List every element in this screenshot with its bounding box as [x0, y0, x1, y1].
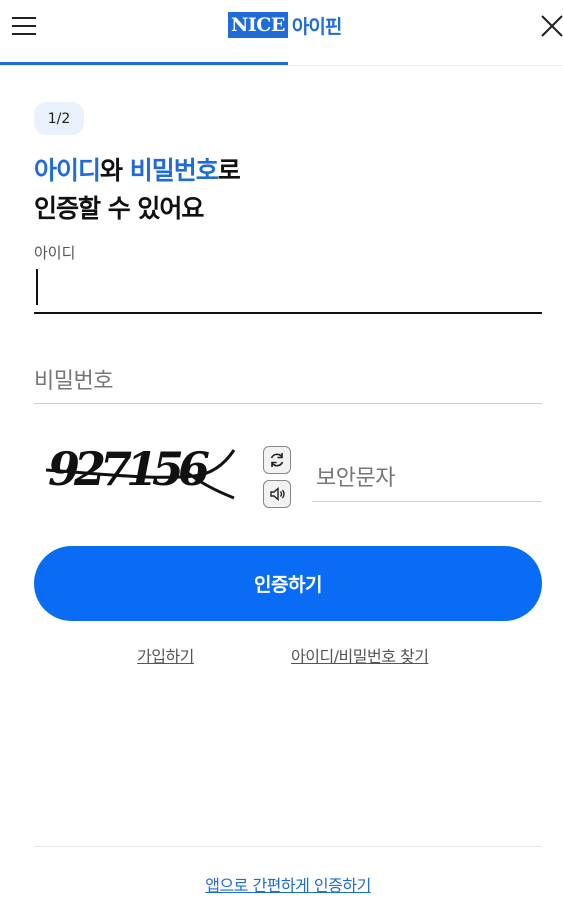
step-badge: 1/2 — [34, 102, 84, 135]
title-highlight-password: 비밀번호 — [129, 156, 219, 185]
speaker-icon[interactable] — [263, 480, 291, 508]
title-highlight-id: 아이디 — [34, 156, 101, 185]
refresh-icon[interactable] — [263, 446, 291, 474]
captcha-input[interactable]: 보안문자 — [312, 456, 542, 502]
title-text: 로 — [217, 156, 241, 185]
find-account-link[interactable]: 아이디/비밀번호 찾기 — [291, 643, 429, 667]
signup-link[interactable]: 가입하기 — [137, 643, 194, 667]
password-placeholder: 비밀번호 — [34, 369, 113, 394]
close-icon[interactable] — [540, 14, 563, 38]
step-progress-bar — [0, 62, 288, 65]
header: NICE 아이핀 — [0, 0, 563, 66]
password-input[interactable]: 비밀번호 — [34, 360, 542, 404]
title-text: 와 — [100, 156, 130, 185]
hamburger-menu-icon[interactable] — [12, 14, 36, 38]
logo-ipin: 아이핀 — [291, 15, 342, 38]
logo-nice: NICE — [228, 12, 288, 38]
id-input[interactable] — [34, 266, 542, 314]
title-line2: 인증할 수 있어요 — [34, 194, 204, 223]
captcha-image: 927156 — [44, 440, 236, 502]
captcha-placeholder: 보안문자 — [316, 466, 395, 491]
text-caret — [36, 269, 38, 305]
id-label: 아이디 — [34, 244, 76, 262]
divider — [34, 846, 542, 847]
logo: NICE 아이핀 — [228, 11, 342, 39]
page-title: 아이디와 비밀번호로 인증할 수 있어요 — [34, 152, 241, 228]
submit-button[interactable]: 인증하기 — [34, 546, 542, 621]
app-auth-link[interactable]: 앱으로 간편하게 인증하기 — [0, 872, 563, 896]
